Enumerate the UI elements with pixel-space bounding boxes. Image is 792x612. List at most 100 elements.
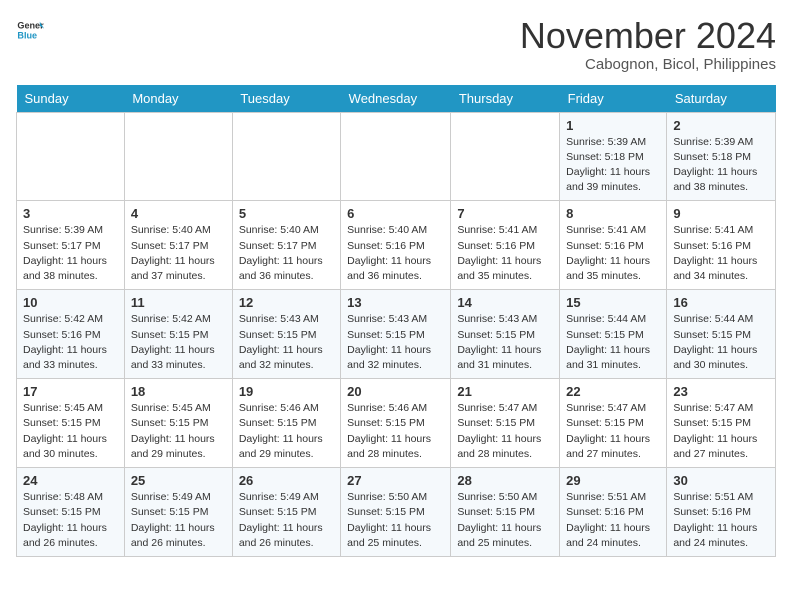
logo: General Blue	[16, 16, 44, 44]
day-of-week-header: Saturday	[667, 85, 776, 113]
day-number: 10	[23, 295, 118, 310]
day-number: 8	[566, 206, 660, 221]
calendar-cell	[341, 112, 451, 201]
day-info: Sunrise: 5:43 AMSunset: 5:15 PMDaylight:…	[239, 312, 334, 373]
logo-icon: General Blue	[16, 16, 44, 44]
calendar-cell: 16Sunrise: 5:44 AMSunset: 5:15 PMDayligh…	[667, 290, 776, 379]
calendar-cell: 12 Sunrise: 5:43 AMSunset: 5:15 PMDayligh…	[232, 290, 340, 379]
calendar-cell: 14Sunrise: 5:43 AMSunset: 5:15 PMDayligh…	[451, 290, 560, 379]
calendar-cell: 30 Sunrise: 5:51 AMSunset: 5:16 PMDayligh…	[667, 468, 776, 557]
calendar-cell	[124, 112, 232, 201]
day-info: Sunrise: 5:49 AMSunset: 5:15 PMDaylight:…	[131, 490, 226, 551]
calendar-week-row: 24Sunrise: 5:48 AMSunset: 5:15 PMDayligh…	[17, 468, 776, 557]
day-number: 7	[457, 206, 553, 221]
day-info: Sunrise: 5:43 AMSunset: 5:15 PMDaylight:…	[347, 312, 444, 373]
day-number: 12	[239, 295, 334, 310]
day-of-week-header: Monday	[124, 85, 232, 113]
day-number: 19	[239, 384, 334, 399]
calendar-week-row: 10Sunrise: 5:42 AMSunset: 5:16 PMDayligh…	[17, 290, 776, 379]
calendar-cell: 3 Sunrise: 5:39 AMSunset: 5:17 PMDaylight…	[17, 201, 125, 290]
day-info: Sunrise: 5:51 AMSunset: 5:16 PMDaylight:…	[673, 490, 769, 551]
calendar-cell: 9Sunrise: 5:41 AMSunset: 5:16 PMDaylight…	[667, 201, 776, 290]
day-number: 6	[347, 206, 444, 221]
calendar-cell: 21 Sunrise: 5:47 AMSunset: 5:15 PMDayligh…	[451, 379, 560, 468]
calendar-cell: 18 Sunrise: 5:45 AMSunset: 5:15 PMDayligh…	[124, 379, 232, 468]
day-number: 25	[131, 473, 226, 488]
calendar-cell: 26Sunrise: 5:49 AMSunset: 5:15 PMDayligh…	[232, 468, 340, 557]
day-info: Sunrise: 5:42 AMSunset: 5:15 PMDaylight:…	[131, 312, 226, 373]
day-info: Sunrise: 5:50 AMSunset: 5:15 PMDaylight:…	[347, 490, 444, 551]
day-number: 30	[673, 473, 769, 488]
calendar-week-row: 3 Sunrise: 5:39 AMSunset: 5:17 PMDaylight…	[17, 201, 776, 290]
day-info: Sunrise: 5:40 AMSunset: 5:16 PMDaylight:…	[347, 223, 444, 284]
day-info: Sunrise: 5:47 AMSunset: 5:15 PMDaylight:…	[566, 401, 660, 462]
location: Cabognon, Bicol, Philippines	[520, 56, 776, 73]
day-info: Sunrise: 5:41 AMSunset: 5:16 PMDaylight:…	[457, 223, 553, 284]
month-title: November 2024	[520, 16, 776, 56]
day-number: 2	[673, 118, 769, 133]
day-info: Sunrise: 5:39 AMSunset: 5:18 PMDaylight:…	[673, 135, 769, 196]
calendar-cell: 19 Sunrise: 5:46 AMSunset: 5:15 PMDayligh…	[232, 379, 340, 468]
day-info: Sunrise: 5:46 AMSunset: 5:15 PMDaylight:…	[239, 401, 334, 462]
day-info: Sunrise: 5:43 AMSunset: 5:15 PMDaylight:…	[457, 312, 553, 373]
day-info: Sunrise: 5:44 AMSunset: 5:15 PMDaylight:…	[566, 312, 660, 373]
day-info: Sunrise: 5:40 AMSunset: 5:17 PMDaylight:…	[239, 223, 334, 284]
day-of-week-header: Wednesday	[341, 85, 451, 113]
calendar-cell: 6 Sunrise: 5:40 AMSunset: 5:16 PMDaylight…	[341, 201, 451, 290]
calendar-cell: 28 Sunrise: 5:50 AMSunset: 5:15 PMDayligh…	[451, 468, 560, 557]
day-number: 20	[347, 384, 444, 399]
calendar-week-row: 17 Sunrise: 5:45 AMSunset: 5:15 PMDayligh…	[17, 379, 776, 468]
day-number: 21	[457, 384, 553, 399]
day-of-week-header: Tuesday	[232, 85, 340, 113]
calendar-cell	[232, 112, 340, 201]
day-number: 5	[239, 206, 334, 221]
calendar-cell: 13 Sunrise: 5:43 AMSunset: 5:15 PMDayligh…	[341, 290, 451, 379]
day-number: 17	[23, 384, 118, 399]
day-number: 22	[566, 384, 660, 399]
day-info: Sunrise: 5:48 AMSunset: 5:15 PMDaylight:…	[23, 490, 118, 551]
day-of-week-header: Sunday	[17, 85, 125, 113]
calendar-body: 1 Sunrise: 5:39 AMSunset: 5:18 PMDaylight…	[17, 112, 776, 556]
day-info: Sunrise: 5:41 AMSunset: 5:16 PMDaylight:…	[566, 223, 660, 284]
calendar-cell: 4 Sunrise: 5:40 AMSunset: 5:17 PMDaylight…	[124, 201, 232, 290]
day-info: Sunrise: 5:49 AMSunset: 5:15 PMDaylight:…	[239, 490, 334, 551]
calendar-cell: 11 Sunrise: 5:42 AMSunset: 5:15 PMDayligh…	[124, 290, 232, 379]
day-info: Sunrise: 5:51 AMSunset: 5:16 PMDaylight:…	[566, 490, 660, 551]
calendar-cell	[17, 112, 125, 201]
page-header: General Blue November 2024 Cabognon, Bic…	[16, 16, 776, 73]
day-info: Sunrise: 5:50 AMSunset: 5:15 PMDaylight:…	[457, 490, 553, 551]
day-info: Sunrise: 5:44 AMSunset: 5:15 PMDaylight:…	[673, 312, 769, 373]
day-info: Sunrise: 5:47 AMSunset: 5:15 PMDaylight:…	[673, 401, 769, 462]
day-number: 1	[566, 118, 660, 133]
day-of-week-header: Friday	[560, 85, 667, 113]
day-info: Sunrise: 5:39 AMSunset: 5:18 PMDaylight:…	[566, 135, 660, 196]
day-number: 13	[347, 295, 444, 310]
day-info: Sunrise: 5:46 AMSunset: 5:15 PMDaylight:…	[347, 401, 444, 462]
day-number: 15	[566, 295, 660, 310]
calendar-cell: 23 Sunrise: 5:47 AMSunset: 5:15 PMDayligh…	[667, 379, 776, 468]
calendar-cell: 5 Sunrise: 5:40 AMSunset: 5:17 PMDaylight…	[232, 201, 340, 290]
day-info: Sunrise: 5:45 AMSunset: 5:15 PMDaylight:…	[131, 401, 226, 462]
day-number: 28	[457, 473, 553, 488]
day-info: Sunrise: 5:39 AMSunset: 5:17 PMDaylight:…	[23, 223, 118, 284]
day-number: 3	[23, 206, 118, 221]
day-number: 4	[131, 206, 226, 221]
day-number: 11	[131, 295, 226, 310]
day-info: Sunrise: 5:47 AMSunset: 5:15 PMDaylight:…	[457, 401, 553, 462]
day-number: 27	[347, 473, 444, 488]
svg-text:Blue: Blue	[17, 30, 37, 40]
day-number: 23	[673, 384, 769, 399]
day-info: Sunrise: 5:45 AMSunset: 5:15 PMDaylight:…	[23, 401, 118, 462]
calendar-table: SundayMondayTuesdayWednesdayThursdayFrid…	[16, 85, 776, 557]
calendar-cell: 8 Sunrise: 5:41 AMSunset: 5:16 PMDaylight…	[560, 201, 667, 290]
calendar-cell: 15 Sunrise: 5:44 AMSunset: 5:15 PMDayligh…	[560, 290, 667, 379]
calendar-cell: 7 Sunrise: 5:41 AMSunset: 5:16 PMDaylight…	[451, 201, 560, 290]
calendar-cell: 27 Sunrise: 5:50 AMSunset: 5:15 PMDayligh…	[341, 468, 451, 557]
calendar-week-row: 1 Sunrise: 5:39 AMSunset: 5:18 PMDaylight…	[17, 112, 776, 201]
day-number: 18	[131, 384, 226, 399]
calendar-cell: 1 Sunrise: 5:39 AMSunset: 5:18 PMDaylight…	[560, 112, 667, 201]
calendar-cell: 22 Sunrise: 5:47 AMSunset: 5:15 PMDayligh…	[560, 379, 667, 468]
day-info: Sunrise: 5:40 AMSunset: 5:17 PMDaylight:…	[131, 223, 226, 284]
day-info: Sunrise: 5:41 AMSunset: 5:16 PMDaylight:…	[673, 223, 769, 284]
calendar-cell: 24Sunrise: 5:48 AMSunset: 5:15 PMDayligh…	[17, 468, 125, 557]
